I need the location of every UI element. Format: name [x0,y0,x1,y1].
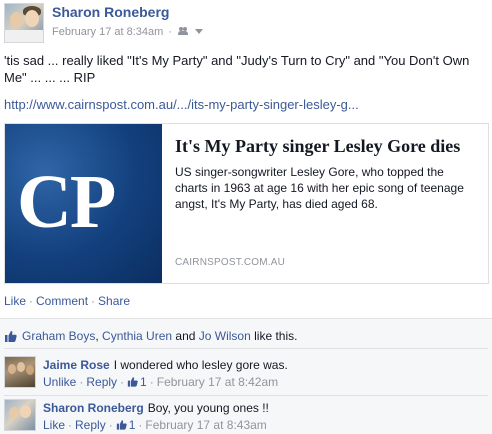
comment-timestamp[interactable]: February 17 at 8:43am [145,418,266,432]
chevron-down-icon[interactable] [195,29,204,34]
thumbs-up-icon [4,330,17,342]
reply-button[interactable]: Reply [75,418,106,432]
comment-timestamp[interactable]: February 17 at 8:42am [157,375,278,389]
post-meta: February 17 at 8:34am · [52,26,204,38]
comment-body: Sharon Roneberg Boy, you young ones !! [43,400,269,416]
post-header: Sharon Roneberg February 17 at 8:34am · [4,3,488,43]
avatar[interactable] [4,399,36,431]
post-timestamp[interactable]: February 17 at 8:34am [52,26,163,38]
avatar[interactable] [4,356,36,388]
friends-icon[interactable] [178,27,189,35]
meta-separator: · [79,375,84,389]
liker-name[interactable]: Graham Boys [22,329,95,343]
comment-meta: Like · Reply · 1 · February 17 at 8:43am [43,418,267,432]
comment-item: Sharon Roneberg Boy, you young ones !! Li… [4,399,488,434]
meta-separator: · [68,418,73,432]
author-name[interactable]: Sharon Roneberg [52,4,169,20]
meta-separator: · [108,418,113,432]
post-actions: Like · Comment · Share [4,294,130,308]
reply-button[interactable]: Reply [86,375,117,389]
comment-text: I wondered who lesley gore was. [113,358,288,372]
unlike-button[interactable]: Unlike [43,375,76,389]
thumbs-up-icon [127,376,138,387]
card-title[interactable]: It's My Party singer Lesley Gore dies [175,136,460,157]
post-text: 'tis sad ... really liked "It's My Party… [4,53,470,85]
card-source: CAIRNSPOST.COM.AU [175,257,286,268]
card-description: US singer-songwriter Lesley Gore, who to… [175,165,464,211]
feedback-section: Graham Boys, Cynthia Uren and Jo Wilson … [0,318,492,434]
thumbs-up-icon [116,419,127,430]
likes-and: and [172,329,199,343]
like-button[interactable]: Like [43,418,65,432]
meta-separator: · [168,26,173,38]
comment-meta: Unlike · Reply · 1 · February 17 at 8:42am [43,375,278,389]
comment-like-count[interactable]: 1 [129,418,136,432]
likes-summary: Graham Boys, Cynthia Uren and Jo Wilson … [4,328,297,343]
like-button[interactable]: Like [4,294,26,308]
action-separator: · [29,294,34,308]
author-avatar[interactable] [4,3,44,43]
comment-item: Jaime Rose I wondered who lesley gore was… [4,356,488,392]
commenter-name[interactable]: Jaime Rose [43,358,110,372]
meta-separator: · [149,375,154,389]
logo-text: CP [17,160,116,244]
meta-separator: · [120,375,125,389]
commenter-name[interactable]: Sharon Roneberg [43,401,144,415]
divider [4,348,488,349]
comment-text: Boy, you young ones !! [147,401,269,415]
likes-suffix: like this. [250,329,298,343]
action-separator: · [91,294,96,308]
post-link[interactable]: http://www.cairnspost.com.au/.../its-my-… [4,97,359,112]
liker-name[interactable]: Cynthia Uren [102,329,172,343]
divider [4,395,488,396]
comment-body: Jaime Rose I wondered who lesley gore was… [43,357,288,373]
share-button[interactable]: Share [98,294,130,308]
comment-button[interactable]: Comment [36,294,88,308]
link-share-card[interactable]: CP It's My Party singer Lesley Gore dies… [4,123,489,284]
liker-name[interactable]: Jo Wilson [199,329,251,343]
meta-separator: · [138,418,143,432]
comment-like-count[interactable]: 1 [140,375,147,389]
cairns-post-logo[interactable]: CP [5,124,162,283]
